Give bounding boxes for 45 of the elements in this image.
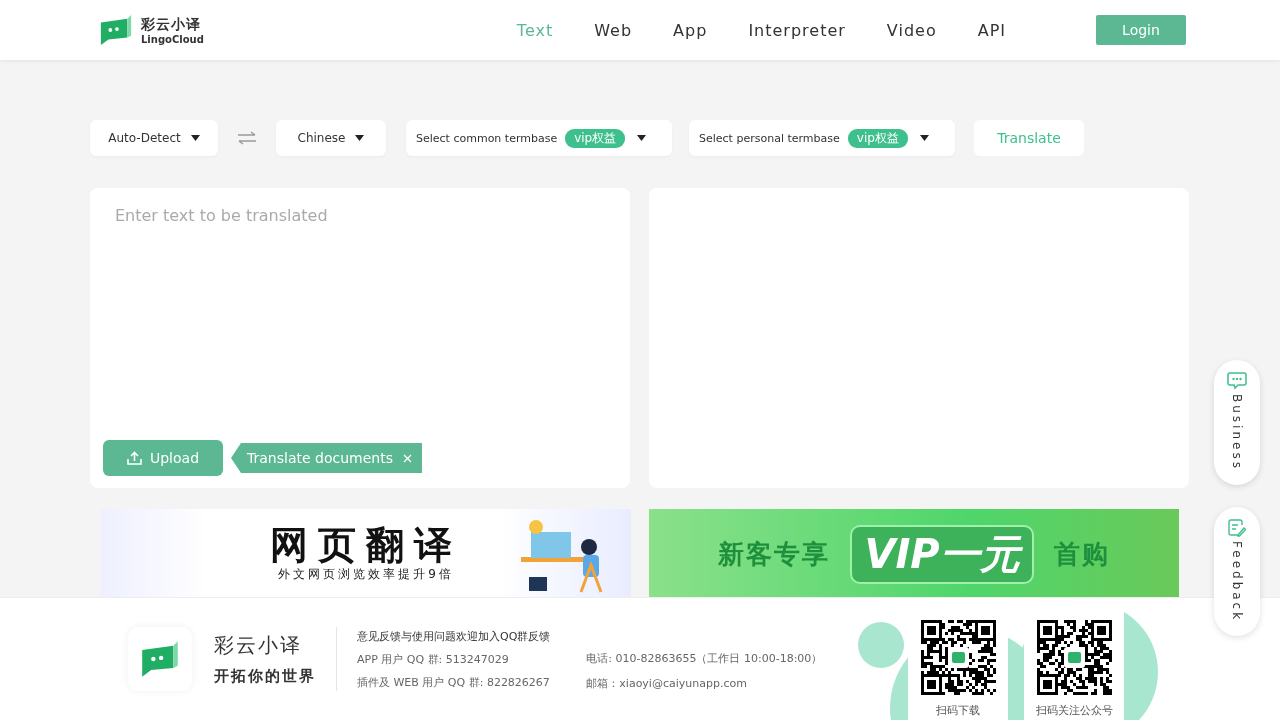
banner-title: 网页翻译 bbox=[270, 524, 462, 567]
chat-icon bbox=[1227, 372, 1247, 390]
termbase-select[interactable]: Select common termbase vip权益 bbox=[406, 120, 672, 156]
brand-slogan: 开拓你的世界 bbox=[214, 667, 316, 686]
footer-text: APP 用户 QQ 群: 513247029 bbox=[357, 651, 510, 667]
caret-icon bbox=[355, 135, 365, 141]
edit-note-icon bbox=[1228, 518, 1246, 537]
web-translate-banner[interactable]: 网页翻译 外文网页浏览效率提升9倍 bbox=[101, 509, 631, 597]
nav-link[interactable]: Interpreter bbox=[748, 20, 846, 40]
close-icon[interactable] bbox=[402, 453, 412, 463]
feedback-button[interactable]: Feedback bbox=[1214, 506, 1260, 637]
decor-circle bbox=[858, 622, 904, 668]
business-button[interactable]: Business bbox=[1214, 360, 1260, 485]
vip-badge: vip权益 bbox=[565, 128, 626, 148]
logo-icon bbox=[99, 13, 133, 47]
nav-link[interactable]: API bbox=[977, 20, 1006, 40]
contact-text: 邮箱：xiaoyi@caiyunapp.com bbox=[586, 676, 748, 691]
banner-subtitle: 外文网页浏览效率提升9倍 bbox=[278, 566, 454, 584]
contact-text: 电话: 010-82863655（工作日 10:00-18:00） bbox=[586, 651, 823, 666]
upload-icon bbox=[126, 451, 142, 465]
nav-link[interactable]: Video bbox=[886, 20, 937, 40]
target-language-select[interactable]: Chinese bbox=[276, 120, 386, 156]
banner-tag: 新客专享 bbox=[718, 536, 831, 572]
banner-title: VIP一元 bbox=[850, 524, 1034, 584]
logo-icon bbox=[140, 639, 180, 679]
nav-link[interactable]: Web bbox=[594, 20, 633, 40]
swap-icon[interactable] bbox=[237, 131, 257, 145]
tip-text: Translate documents bbox=[247, 450, 393, 466]
caret-icon bbox=[637, 135, 647, 141]
qr-caption: 扫码关注公众号 bbox=[1035, 703, 1113, 718]
source-language-select[interactable]: Auto-Detect bbox=[90, 120, 218, 156]
caret-icon bbox=[190, 135, 200, 141]
brand-name: 彩云小译 bbox=[214, 632, 303, 659]
banner-tag: 首购 bbox=[1053, 536, 1110, 572]
qr-caption: 扫码下载 bbox=[936, 703, 980, 718]
logo-subtitle: LingoCloud bbox=[141, 33, 204, 45]
caret-icon bbox=[919, 135, 929, 141]
footer-text: 意见反馈与使用问题欢迎加入QQ群反馈 bbox=[357, 628, 551, 644]
termbase-label: Select personal termbase bbox=[699, 131, 840, 145]
vip-badge: vip权益 bbox=[847, 128, 908, 148]
footer-text: 插件及 WEB 用户 QQ 群: 822826267 bbox=[357, 674, 551, 690]
logo-name: 彩云小译 bbox=[141, 15, 202, 34]
termbase-select[interactable]: Select personal termbase vip权益 bbox=[689, 120, 955, 156]
nav-link[interactable]: App bbox=[673, 20, 708, 40]
termbase-label: Select common termbase bbox=[416, 131, 558, 145]
